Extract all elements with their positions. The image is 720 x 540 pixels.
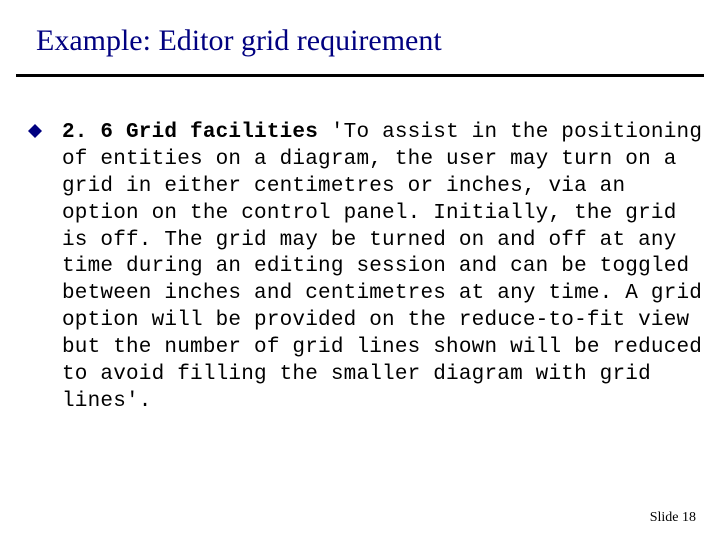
footer-slide-number: 18 — [682, 510, 696, 525]
slide-title: Example: Editor grid requirement — [36, 24, 442, 58]
diamond-bullet-icon — [28, 124, 48, 138]
requirement-label: 2. 6 Grid facilities — [62, 121, 318, 144]
footer-slide-word: Slide — [650, 510, 679, 525]
slide-body: 2. 6 Grid facilities 'To assist in the p… — [28, 120, 704, 416]
slide-footer: Slide 18 — [650, 510, 696, 526]
requirement-text: 2. 6 Grid facilities 'To assist in the p… — [62, 120, 704, 416]
requirement-body: 'To assist in the positioning of entitie… — [62, 121, 702, 413]
bullet-item: 2. 6 Grid facilities 'To assist in the p… — [28, 120, 704, 416]
horizontal-rule — [16, 74, 704, 77]
slide: Example: Editor grid requirement 2. 6 Gr… — [0, 0, 720, 540]
